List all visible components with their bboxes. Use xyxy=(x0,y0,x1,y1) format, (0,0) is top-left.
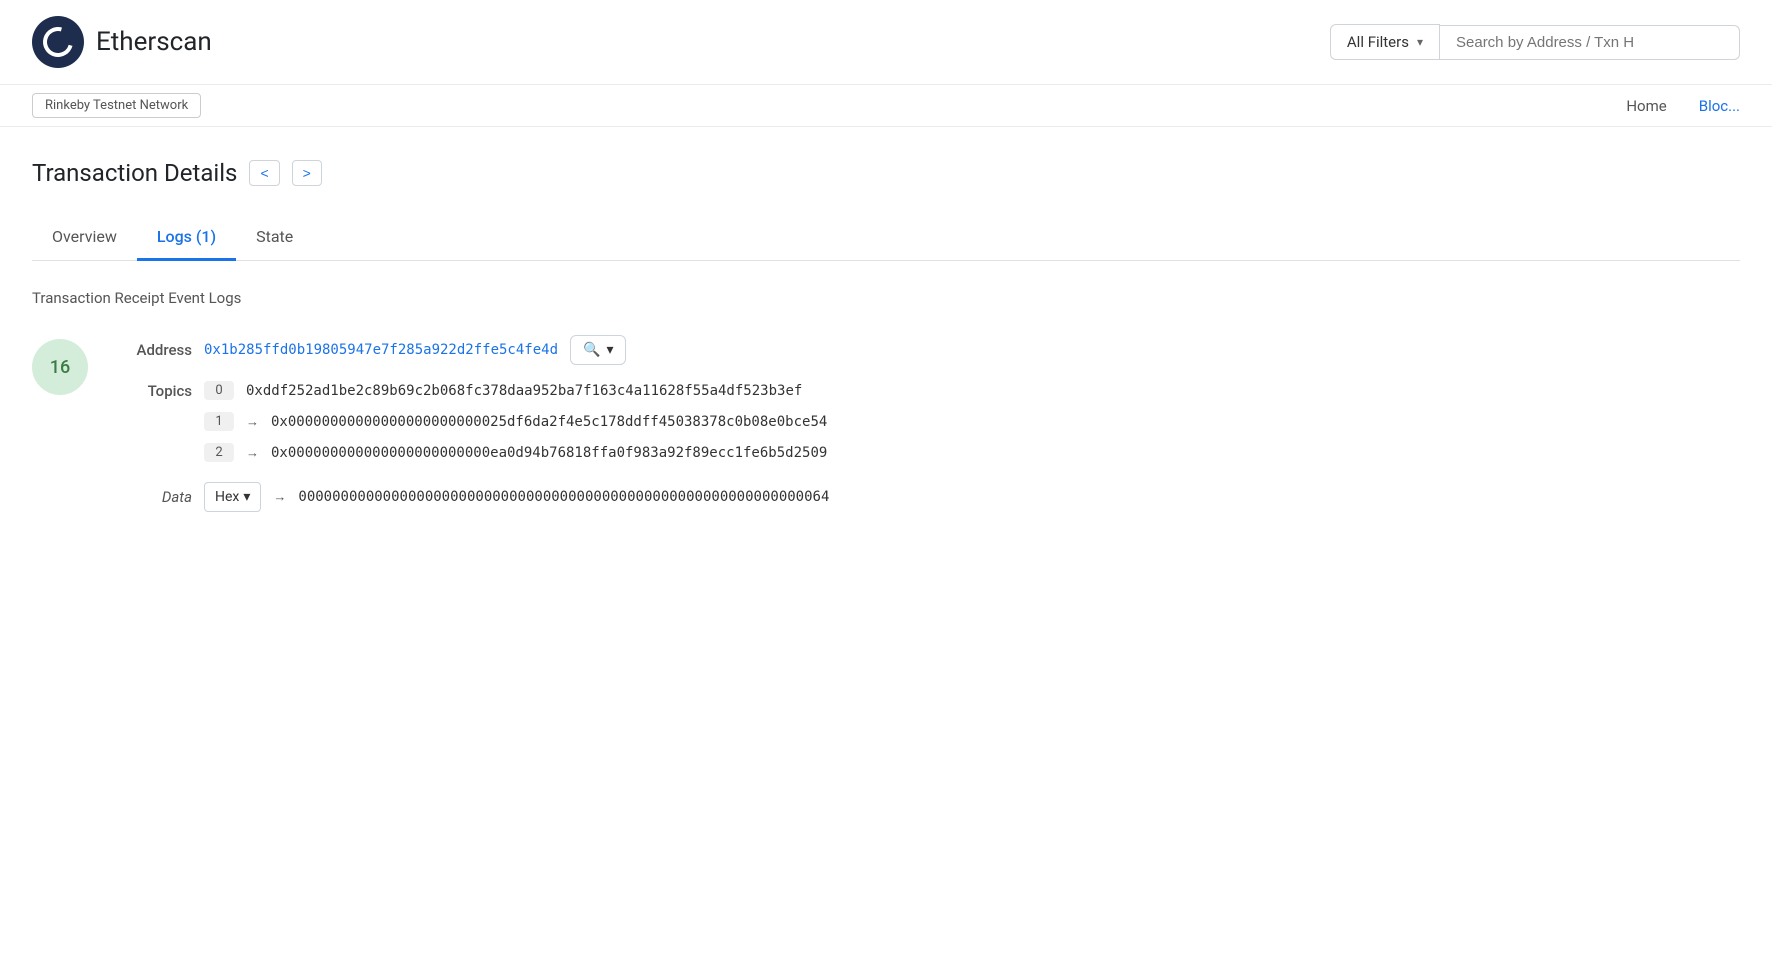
search-input[interactable] xyxy=(1440,25,1740,60)
topic-row-1: 1 → 0x00000000000000000000000025df6da2f4… xyxy=(112,412,1740,431)
address-label: Address xyxy=(112,341,192,359)
nav-home[interactable]: Home xyxy=(1626,97,1666,115)
chevron-down-icon: ▾ xyxy=(606,342,613,358)
topics-block: Topics 0 0xddf252ad1be2c89b69c2b068fc378… xyxy=(112,381,1740,462)
topic-row-2: 2 → 0x000000000000000000000000ea0d94b768… xyxy=(112,443,1740,462)
search-zoom-icon: 🔍 xyxy=(583,342,600,358)
filter-label: All Filters xyxy=(1347,33,1409,51)
chevron-down-icon: ▾ xyxy=(1417,35,1423,49)
next-arrow-button[interactable]: > xyxy=(292,160,322,186)
prev-arrow-button[interactable]: < xyxy=(249,160,279,186)
data-row: Data Hex ▾ → 000000000000000000000000000… xyxy=(112,482,1740,512)
address-value[interactable]: 0x1b285ffd0b19805947e7f285a922d2ffe5c4fe… xyxy=(204,342,558,358)
topic-row-0: Topics 0 0xddf252ad1be2c89b69c2b068fc378… xyxy=(112,381,1740,400)
topics-label: Topics xyxy=(112,382,192,400)
data-arrow: → xyxy=(273,489,286,505)
network-badge: Rinkeby Testnet Network xyxy=(32,93,201,118)
nav-bar: Home Bloc... xyxy=(1626,97,1740,115)
topic-arrow-1: → xyxy=(246,414,259,430)
topic-value-0: 0xddf252ad1be2c89b69c2b068fc378daa952ba7… xyxy=(246,383,802,399)
address-row: Address 0x1b285ffd0b19805947e7f285a922d2… xyxy=(112,335,1740,365)
address-action-button[interactable]: 🔍 ▾ xyxy=(570,335,626,365)
tab-overview[interactable]: Overview xyxy=(32,215,137,261)
topic-value-1: 0x00000000000000000000000025df6da2f4e5c1… xyxy=(271,414,827,430)
topic-value-2: 0x000000000000000000000000ea0d94b76818ff… xyxy=(271,445,827,461)
hex-dropdown[interactable]: Hex ▾ xyxy=(204,482,261,512)
main-content: Transaction Details < > Overview Logs (1… xyxy=(0,127,1772,584)
topic-index-0: 0 xyxy=(204,381,234,400)
tab-state[interactable]: State xyxy=(236,215,313,261)
log-details: Address 0x1b285ffd0b19805947e7f285a922d2… xyxy=(112,335,1740,512)
data-value: 0000000000000000000000000000000000000000… xyxy=(298,489,829,505)
filter-dropdown[interactable]: All Filters ▾ xyxy=(1330,24,1440,60)
header: Etherscan All Filters ▾ xyxy=(0,0,1772,85)
logo-icon xyxy=(32,16,84,68)
logo-area: Etherscan xyxy=(32,16,212,68)
logo-text: Etherscan xyxy=(96,27,212,57)
hex-label: Hex xyxy=(215,489,239,505)
data-label: Data xyxy=(112,488,192,506)
log-number-badge: 16 xyxy=(32,339,88,395)
log-entry: 16 Address 0x1b285ffd0b19805947e7f285a92… xyxy=(32,335,1740,512)
tabs: Overview Logs (1) State xyxy=(32,215,1740,261)
logo-inner xyxy=(38,22,79,63)
hex-chevron-icon: ▾ xyxy=(243,489,250,505)
receipt-title: Transaction Receipt Event Logs xyxy=(32,289,1740,307)
header-right: All Filters ▾ xyxy=(1330,24,1740,60)
search-container: All Filters ▾ xyxy=(1330,24,1740,60)
topic-index-2: 2 xyxy=(204,443,234,462)
topic-arrow-2: → xyxy=(246,445,259,461)
topic-index-1: 1 xyxy=(204,412,234,431)
nav-blockchain[interactable]: Bloc... xyxy=(1699,97,1740,115)
page-title-row: Transaction Details < > xyxy=(32,159,1740,187)
tab-logs[interactable]: Logs (1) xyxy=(137,215,236,261)
page-title: Transaction Details xyxy=(32,159,237,187)
